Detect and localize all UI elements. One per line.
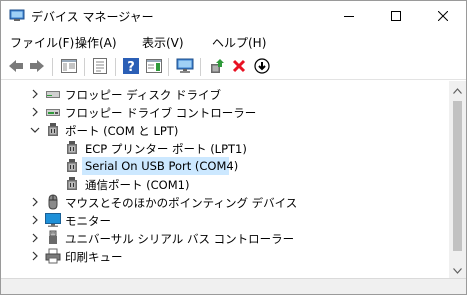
tree-item-label: ポート (COM と LPT): [65, 124, 179, 138]
title-bar[interactable]: デバイス マネージャー: [1, 1, 466, 31]
menu-view[interactable]: 表示(V): [142, 34, 184, 51]
tree-item[interactable]: モニター: [1, 211, 449, 229]
floppy-controller-icon: [45, 104, 61, 120]
action-pane-button[interactable]: [144, 57, 164, 77]
port-icon: [64, 158, 80, 174]
toolbar-separator: [200, 58, 201, 76]
device-manager-app-icon: [9, 9, 25, 22]
chevron-up-icon: [453, 83, 462, 97]
menu-bar: ファイル(F) 操作(A) 表示(V) ヘルプ(H): [1, 31, 466, 53]
help-button[interactable]: ?: [121, 57, 141, 77]
chevron-right-icon[interactable]: [29, 232, 41, 244]
toolbar-separator: [115, 58, 116, 76]
tree-item-label: フロッピー ドライブ コントローラー: [65, 106, 257, 120]
close-button[interactable]: [420, 1, 466, 31]
maximize-button[interactable]: [373, 1, 419, 31]
minimize-icon: [344, 11, 354, 21]
tree-item[interactable]: フロッピー ドライブ コントローラー: [1, 103, 449, 121]
mouse-icon: [45, 194, 61, 210]
disable-device-icon: [254, 57, 270, 77]
properties-icon: [93, 57, 107, 77]
tree-item-label: Serial On USB Port (COM4): [85, 159, 239, 173]
monitor-icon: [45, 212, 61, 228]
chevron-right-icon[interactable]: [29, 196, 41, 208]
scan-hardware-button[interactable]: [175, 57, 195, 77]
tree-item[interactable]: 通信ポート (COM1): [1, 175, 449, 193]
scroll-thumb[interactable]: [453, 101, 462, 251]
action-pane-icon: [146, 58, 162, 76]
scan-hardware-icon: [176, 58, 194, 77]
uninstall-device-icon: [232, 59, 246, 76]
show-hide-console-tree-button[interactable]: [59, 57, 79, 77]
device-tree[interactable]: フロッピー ディスク ドライブ フロッピー ドライブ コントローラー ポート (…: [1, 81, 449, 278]
tree-item-selected[interactable]: Serial On USB Port (COM4): [1, 157, 449, 175]
properties-button[interactable]: [90, 57, 110, 77]
back-icon: [8, 59, 24, 76]
minimize-button[interactable]: [326, 1, 372, 31]
chevron-down-icon: [453, 263, 462, 277]
toolbar-separator: [84, 58, 85, 76]
scroll-up-button[interactable]: [449, 81, 466, 98]
menu-file[interactable]: ファイル(F): [10, 34, 74, 51]
device-manager-window: デバイス マネージャー ファイル(F) 操作(A) 表示(V) ヘルプ(H) ?…: [0, 0, 467, 295]
chevron-right-icon[interactable]: [29, 250, 41, 262]
port-icon: [45, 122, 61, 138]
maximize-icon: [391, 11, 401, 21]
scroll-down-button[interactable]: [449, 261, 466, 278]
window-title: デバイス マネージャー: [31, 10, 154, 24]
help-icon: ?: [123, 57, 139, 77]
tree-item-label: ECP プリンター ポート (LPT1): [85, 142, 247, 156]
vertical-scrollbar[interactable]: [449, 81, 466, 278]
port-icon: [64, 176, 80, 192]
tree-item-label: 印刷キュー: [65, 250, 123, 264]
tree-item-label: マウスとそのほかのポインティング デバイス: [65, 196, 298, 210]
svg-text:?: ?: [127, 60, 135, 74]
tree-item-label: 通信ポート (COM1): [85, 178, 190, 192]
toolbar: ?: [1, 54, 466, 80]
toolbar-separator: [52, 58, 53, 76]
tree-item[interactable]: ユニバーサル シリアル バス コントローラー: [1, 229, 449, 247]
tree-item[interactable]: ECP プリンター ポート (LPT1): [1, 139, 449, 157]
tree-item-label: ユニバーサル シリアル バス コントローラー: [65, 232, 295, 246]
usb-icon: [45, 230, 61, 246]
tree-item[interactable]: 印刷キュー: [1, 247, 449, 265]
menu-action[interactable]: 操作(A): [75, 34, 117, 51]
tree-item[interactable]: フロッピー ディスク ドライブ: [1, 85, 449, 103]
close-icon: [438, 11, 448, 21]
uninstall-device-button[interactable]: [229, 57, 249, 77]
disable-device-button[interactable]: [252, 57, 272, 77]
chevron-right-icon[interactable]: [29, 214, 41, 226]
port-icon: [64, 140, 80, 156]
toolbar-separator: [168, 58, 169, 76]
tree-item-label: モニター: [65, 214, 111, 228]
floppy-disk-icon: [45, 86, 61, 102]
update-driver-button[interactable]: [207, 57, 227, 77]
tree-item[interactable]: ポート (COM と LPT): [1, 121, 449, 139]
menu-help[interactable]: ヘルプ(H): [212, 34, 266, 51]
forward-icon: [29, 59, 45, 76]
show-hide-console-tree-icon: [61, 58, 77, 76]
tree-item[interactable]: マウスとそのほかのポインティング デバイス: [1, 193, 449, 211]
forward-button[interactable]: [27, 57, 47, 77]
chevron-right-icon[interactable]: [29, 88, 41, 100]
printer-icon: [45, 248, 61, 264]
update-driver-icon: [209, 58, 225, 77]
back-button[interactable]: [6, 57, 26, 77]
chevron-right-icon[interactable]: [29, 106, 41, 118]
status-bar: [1, 278, 466, 294]
tree-item-label: フロッピー ディスク ドライブ: [65, 88, 222, 102]
chevron-down-icon[interactable]: [29, 124, 41, 136]
